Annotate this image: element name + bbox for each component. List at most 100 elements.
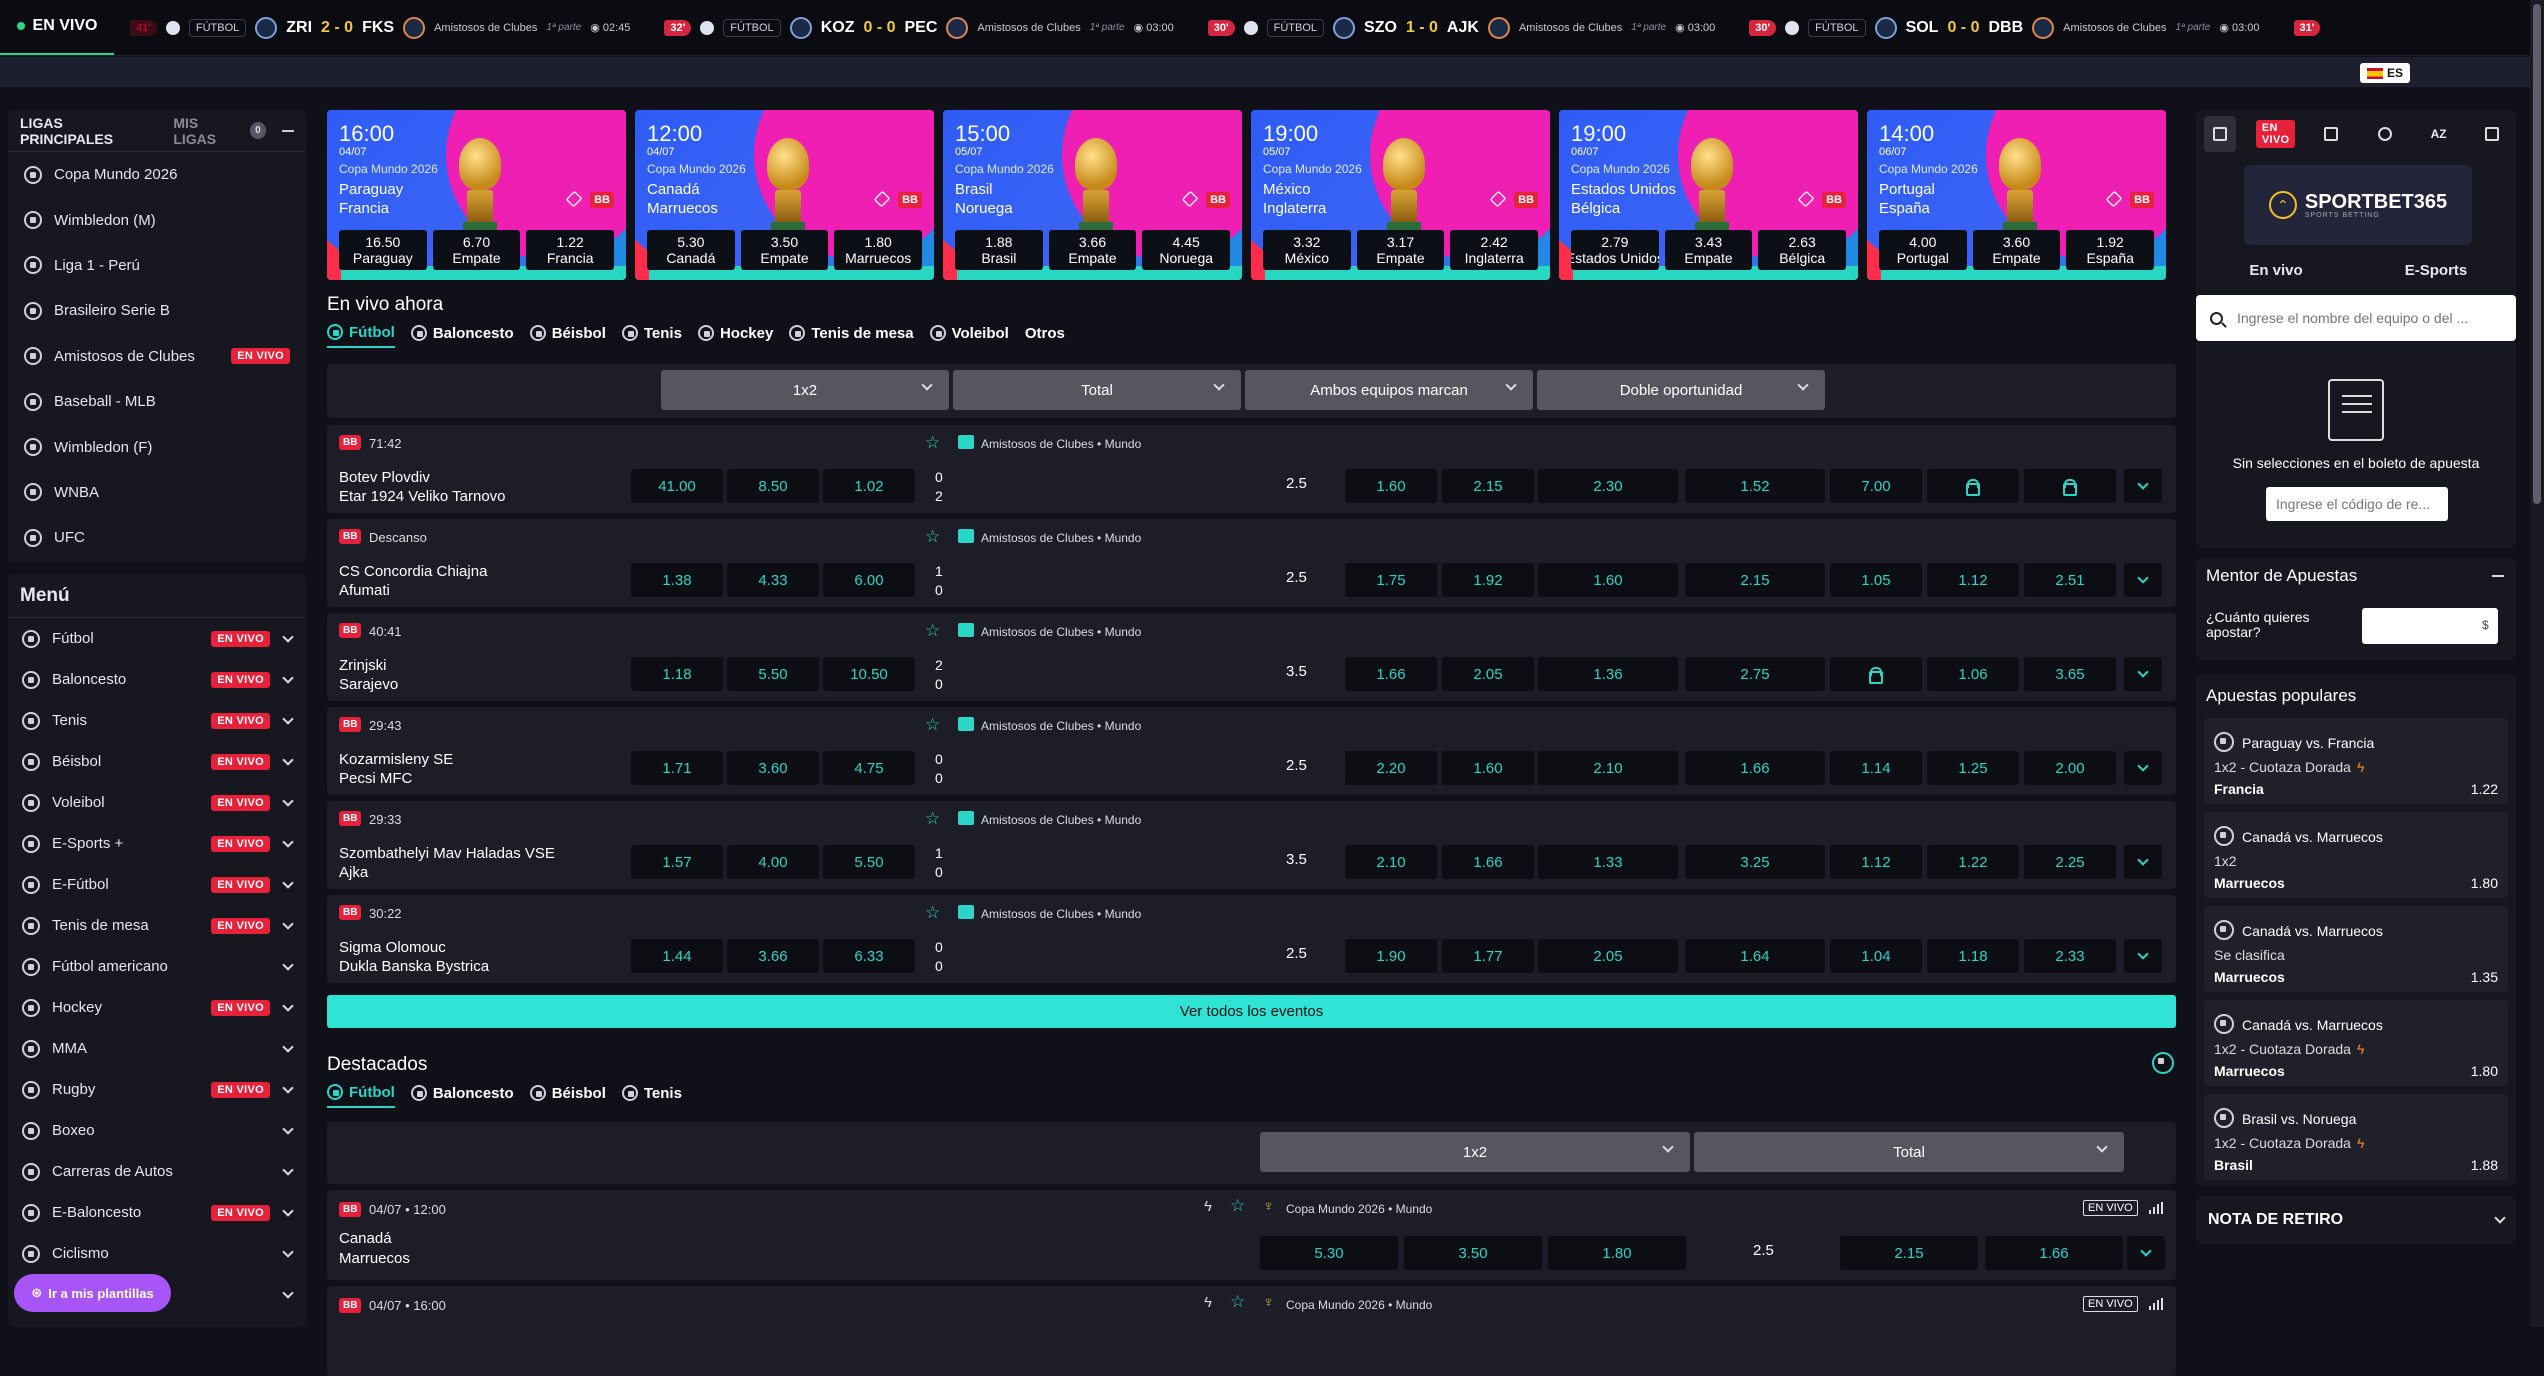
odd-button[interactable]: 7.00 <box>1830 469 1922 503</box>
league-item[interactable]: Brasileiro Serie B <box>8 288 306 333</box>
odd-button[interactable]: 1.05 <box>1830 563 1922 597</box>
odd-button[interactable]: 3.60 <box>727 751 819 785</box>
featured-match-card[interactable]: 15:00 05/07 Copa Mundo 2026 Brasil Noruega… <box>943 110 1242 280</box>
odd-button[interactable]: 1.38 <box>631 563 723 597</box>
more-markets-button[interactable] <box>2124 563 2162 597</box>
collapse-icon[interactable] <box>2492 575 2504 577</box>
sport-tab[interactable]: Hockey <box>697 318 773 348</box>
more-markets-button[interactable] <box>2124 939 2162 973</box>
odd-button[interactable]: 2.30 <box>1538 469 1678 503</box>
odd-button[interactable]: 1.66 <box>1442 845 1534 879</box>
league-item[interactable]: UFC <box>8 515 306 560</box>
favorite-star-icon[interactable]: ☆ <box>1230 1196 1245 1216</box>
ticker-match[interactable]: 31' <box>2282 17 2343 39</box>
menu-item[interactable]: Baloncesto EN VIVO <box>8 659 306 700</box>
odd-button[interactable]: 1.90 <box>1345 939 1437 973</box>
chevron-down-icon[interactable] <box>282 1286 294 1299</box>
odd-button[interactable]: 2.05 <box>1538 939 1678 973</box>
popular-bet-item[interactable]: Canadá vs. Marruecos 1x2 - Cuotaza Dorad… <box>2204 1000 2508 1086</box>
chevron-down-icon[interactable] <box>282 1122 294 1135</box>
odd-button[interactable]: 2.00 <box>2024 751 2116 785</box>
scrollbar-thumb[interactable] <box>2533 4 2541 504</box>
sport-tab[interactable]: Baloncesto <box>410 1078 514 1108</box>
odd-button[interactable]: 4.00 Portugal <box>1879 230 1967 270</box>
odd-button[interactable]: 2.15 <box>1442 469 1534 503</box>
menu-item[interactable]: Tenis EN VIVO <box>8 700 306 741</box>
sport-tab[interactable]: Fútbol <box>327 318 395 348</box>
market-dropdown[interactable]: Total <box>953 370 1241 410</box>
chevron-down-icon[interactable] <box>282 876 294 889</box>
favorite-star-icon[interactable]: ☆ <box>925 433 940 453</box>
league-item[interactable]: Copa Mundo 2026 <box>8 152 306 197</box>
sport-tab[interactable]: Tenis <box>621 1078 682 1108</box>
odd-button[interactable]: 1.02 <box>823 469 915 503</box>
odd-button[interactable]: 3.17 Empate <box>1356 230 1445 270</box>
menu-item[interactable]: Fútbol EN VIVO <box>8 618 306 659</box>
odd-button[interactable]: 4.00 <box>727 845 819 879</box>
booking-code-input[interactable] <box>2266 487 2448 521</box>
odd-button[interactable]: 5.50 <box>823 845 915 879</box>
odd-button[interactable]: 1.60 <box>1442 751 1534 785</box>
menu-item[interactable]: Voleibol EN VIVO <box>8 782 306 823</box>
odd-button[interactable]: 1.12 <box>1830 845 1922 879</box>
menu-item[interactable]: Hockey EN VIVO <box>8 987 306 1028</box>
odd-button[interactable]: 2.75 <box>1685 657 1825 691</box>
odd-button[interactable]: 1.88 Brasil <box>955 230 1043 270</box>
ticker-match[interactable]: 30' FÚTBOL SOL 0 - 0 DBB Amistosos de Club… <box>1737 16 2281 39</box>
sport-tab[interactable]: Béisbol <box>529 318 606 348</box>
featured-match-card[interactable]: 16:00 04/07 Copa Mundo 2026 Paraguay Franc… <box>327 110 626 280</box>
menu-item[interactable]: Fútbol americano <box>8 946 306 987</box>
featured-match-card[interactable]: 12:00 04/07 Copa Mundo 2026 Canadá Marruec… <box>635 110 934 280</box>
odd-button[interactable]: 5.50 <box>727 657 819 691</box>
popular-bet-item[interactable]: Brasil vs. Noruega 1x2 - Cuotaza Dorada ϟ… <box>2204 1094 2508 1180</box>
more-markets-button[interactable] <box>2127 1236 2165 1270</box>
odd-button[interactable]: 3.50 <box>1404 1236 1542 1270</box>
menu-item[interactable]: E-Baloncesto EN VIVO <box>8 1192 306 1233</box>
odd-button[interactable]: 1.22 Francia <box>526 230 615 270</box>
league-item[interactable]: Wimbledon (M) <box>8 197 306 242</box>
odd-button[interactable]: 3.32 México <box>1263 230 1351 270</box>
odd-button[interactable]: 5.30 <box>1260 1236 1398 1270</box>
chevron-down-icon[interactable] <box>282 917 294 930</box>
stats-icon[interactable] <box>2149 1202 2163 1214</box>
more-markets-button[interactable] <box>2124 845 2162 879</box>
odd-button[interactable]: 2.63 Bélgica <box>1758 230 1847 270</box>
league-item[interactable]: Baseball - MLB <box>8 379 306 424</box>
featured-match-card[interactable]: 14:00 06/07 Copa Mundo 2026 Portugal Españ… <box>1867 110 2166 280</box>
odd-button[interactable]: 1.44 <box>631 939 723 973</box>
chevron-down-icon[interactable] <box>282 999 294 1012</box>
popular-bet-item[interactable]: Paraguay vs. Francia 1x2 - Cuotaza Dorad… <box>2204 718 2508 804</box>
odd-button[interactable]: 4.33 <box>727 563 819 597</box>
featured-match-card[interactable]: 19:00 05/07 Copa Mundo 2026 México Inglate… <box>1251 110 1550 280</box>
odd-button[interactable]: 1.60 <box>1345 469 1437 503</box>
odd-button[interactable]: 1.33 <box>1538 845 1678 879</box>
market-dropdown[interactable]: 1x2 <box>661 370 949 410</box>
search-input[interactable] <box>2237 310 2477 326</box>
odd-button[interactable]: 41.00 <box>631 469 723 503</box>
home-icon[interactable] <box>2204 116 2236 152</box>
odd-button[interactable]: 1.36 <box>1538 657 1678 691</box>
chevron-down-icon[interactable] <box>282 753 294 766</box>
chevron-down-icon[interactable] <box>282 630 294 643</box>
odd-button[interactable]: 1.75 <box>1345 563 1437 597</box>
odd-button[interactable]: 1.18 <box>631 657 723 691</box>
menu-item[interactable]: Carreras de Autos <box>8 1151 306 1192</box>
odd-button[interactable]: 2.15 <box>1685 563 1825 597</box>
league-item[interactable]: Amistosos de Clubes EN VIVO <box>8 334 306 379</box>
stats-icon[interactable] <box>2476 116 2508 152</box>
odd-button[interactable]: 3.50 Empate <box>740 230 829 270</box>
templates-button[interactable]: ⊛ Ir a mis plantillas <box>14 1274 171 1312</box>
odd-button[interactable]: 2.33 <box>2024 939 2116 973</box>
favorite-star-icon[interactable]: ☆ <box>925 715 940 735</box>
odd-button[interactable]: 2.05 <box>1442 657 1534 691</box>
odd-button[interactable]: 8.50 <box>727 469 819 503</box>
favorite-star-icon[interactable]: ☆ <box>1230 1292 1245 1312</box>
odd-button[interactable]: 1.04 <box>1830 939 1922 973</box>
settings-icon[interactable] <box>2369 116 2401 152</box>
withdrawal-note[interactable]: NOTA DE RETIRO <box>2196 1196 2516 1244</box>
odd-button[interactable]: 2.15 <box>1840 1236 1978 1270</box>
more-markets-button[interactable] <box>2124 657 2162 691</box>
odd-button[interactable]: 1.64 <box>1685 939 1825 973</box>
odd-button[interactable]: 1.06 <box>1927 657 2019 691</box>
market-dropdown[interactable]: Ambos equipos marcan <box>1245 370 1533 410</box>
